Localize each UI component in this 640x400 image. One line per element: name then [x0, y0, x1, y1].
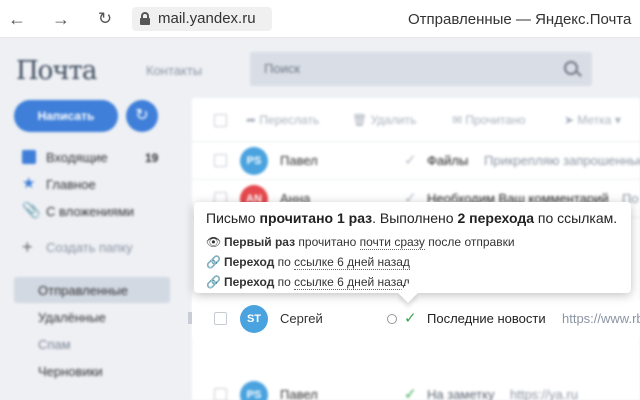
mark-read-button[interactable]: ✉ Прочитано: [452, 113, 525, 127]
contacts-link[interactable]: Контакты: [146, 63, 202, 78]
tag-button[interactable]: ➤ Метка ▾: [564, 113, 621, 127]
url-text: mail.yandex.ru: [158, 10, 256, 27]
page-title: Отправленные — Яндекс.Почта: [408, 11, 632, 28]
folder-label: Главное: [46, 176, 96, 192]
sidebar-item-inbox[interactable]: Входящие: [22, 146, 108, 168]
sidebar-item-deleted[interactable]: Удалённые: [38, 310, 106, 325]
avatar: PS: [240, 381, 268, 400]
back-arrow-icon[interactable]: ←: [6, 8, 28, 30]
forward-button[interactable]: ➦ Переслать: [246, 113, 319, 127]
tooltip-click-2: 🔗 Переход по ссылке 6 дней назад: [206, 272, 619, 292]
search-placeholder: Поиск: [264, 61, 301, 76]
row-checkbox[interactable]: [214, 312, 227, 325]
sidebar-item-drafts[interactable]: Черновики: [38, 364, 103, 379]
subject: Файлы: [427, 153, 469, 168]
reload-icon[interactable]: ↻: [94, 8, 116, 30]
compose-button[interactable]: Написать: [14, 100, 118, 132]
read-receipt-tooltip: Письмо прочитано 1 раз. Выполнено 2 пере…: [194, 202, 631, 293]
address-bar[interactable]: mail.yandex.ru: [132, 7, 272, 31]
folder-label: Входящие: [46, 149, 108, 165]
link-click-time[interactable]: ссылке 6 дней назад: [294, 255, 410, 270]
search-icon[interactable]: [564, 61, 578, 75]
sender-name: Павел: [280, 387, 318, 400]
inbox-count: 19: [145, 151, 159, 165]
create-folder-label: Создать папку: [46, 239, 133, 255]
star-icon: ★: [22, 175, 36, 192]
check-icon: ✓: [404, 386, 417, 400]
lock-icon: [140, 12, 150, 25]
sidebar-item-spam[interactable]: Спам: [38, 337, 71, 352]
sidebar-item-important[interactable]: ★ Главное: [22, 173, 96, 195]
tooltip-first-read: 👁 Первый раз прочитано почти сразу после…: [206, 232, 619, 252]
snippet: https://www.rb: [562, 311, 640, 326]
plus-icon: +: [22, 237, 33, 257]
avatar: ST: [240, 305, 268, 333]
subject: На заметку: [427, 387, 495, 400]
row-checkbox[interactable]: [214, 388, 227, 400]
table-row-focused[interactable]: ST Сергей ✓ Последние новости https://ww…: [192, 300, 640, 338]
sender-name: Павел: [280, 153, 318, 168]
unread-toggle-icon[interactable]: [387, 314, 397, 324]
message-toolbar: ➦ Переслать 🗑 Удалить ✉ Прочитано ➤ Метк…: [192, 98, 640, 142]
read-time-link[interactable]: почти сразу: [359, 235, 425, 250]
delete-button[interactable]: 🗑 Удалить: [352, 113, 416, 127]
link-icon: 🔗: [206, 275, 221, 289]
avatar: PS: [240, 147, 268, 175]
check-icon: ✓: [404, 152, 417, 169]
table-row[interactable]: PS Павел ✓ Файлы Прикрепляю запрошенные: [192, 142, 640, 180]
forward-arrow-icon[interactable]: →: [50, 8, 72, 30]
mail-logo[interactable]: Почта: [16, 56, 97, 86]
link-click-time[interactable]: ссылке 6 дней назад: [294, 275, 410, 290]
table-row[interactable]: PS Павел ✓ На заметку https://ya.ru: [192, 376, 640, 400]
paperclip-icon: 📎: [22, 202, 41, 219]
browser-chrome: ← → ↻ mail.yandex.ru Отправленные — Янде…: [0, 0, 640, 38]
inbox-icon: [22, 150, 36, 164]
search-input[interactable]: Поиск: [250, 52, 592, 86]
link-icon: 🔗: [206, 255, 221, 269]
refresh-icon[interactable]: ↻: [126, 100, 158, 132]
eye-icon: 👁: [206, 235, 222, 249]
folder-label: С вложениями: [46, 203, 135, 219]
check-icon[interactable]: ✓: [404, 309, 417, 327]
subject: Последние новости: [427, 311, 546, 326]
sender-name: Сергей: [280, 311, 323, 326]
sidebar-item-attachments[interactable]: 📎 С вложениями: [22, 200, 134, 222]
snippet: https://ya.ru: [510, 387, 578, 400]
tooltip-heading: Письмо прочитано 1 раз. Выполнено 2 пере…: [206, 210, 618, 226]
create-folder-link[interactable]: + Создать папку: [22, 236, 133, 258]
select-all-checkbox[interactable]: [214, 114, 227, 127]
snippet: Прикрепляю запрошенные: [484, 153, 640, 168]
row-checkbox[interactable]: [214, 154, 227, 167]
sidebar-item-sent[interactable]: Отправленные: [38, 283, 128, 298]
tooltip-click-1: 🔗 Переход по ссылке 6 дней назад: [206, 252, 619, 272]
